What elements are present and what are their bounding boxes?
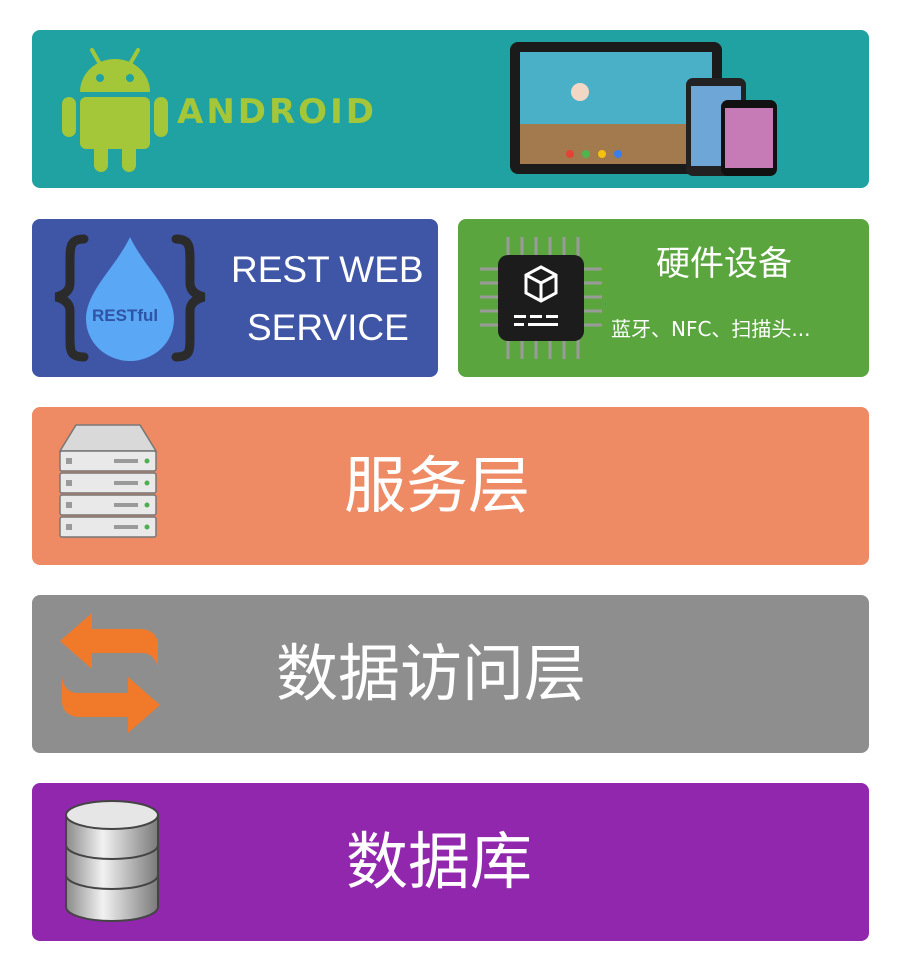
hardware-subtitle: 蓝牙、NFC、扫描头... — [611, 317, 811, 341]
restful-badge-text: RESTful — [92, 306, 159, 325]
android-layer: ANDROID — [32, 30, 869, 188]
data-access-layer: 数据访问层 — [32, 595, 869, 753]
sync-arrows-icon — [60, 613, 160, 733]
service-layer-title: 服务层 — [344, 449, 531, 522]
rest-title-line2: SERVICE — [247, 307, 409, 348]
water-drop-braces-icon — [54, 234, 206, 362]
data-access-layer-title: 数据访问层 — [276, 637, 587, 710]
database-layer: 数据库 — [32, 783, 869, 941]
database-icon — [65, 800, 159, 922]
hardware-layer: 硬件设备 蓝牙、NFC、扫描头... — [458, 219, 869, 377]
hardware-title: 硬件设备 — [656, 244, 792, 284]
android-brand-text: ANDROID — [177, 92, 377, 132]
server-rack-icon — [58, 424, 158, 538]
database-layer-title: 数据库 — [346, 825, 533, 898]
rest-service-layer: RESTful REST WEB SERVICE — [32, 219, 438, 377]
devices-icon — [510, 42, 777, 176]
android-robot-icon — [62, 48, 168, 172]
chip-icon — [480, 237, 602, 359]
rest-title-line1: REST WEB — [231, 249, 424, 290]
service-layer: 服务层 — [32, 407, 869, 565]
